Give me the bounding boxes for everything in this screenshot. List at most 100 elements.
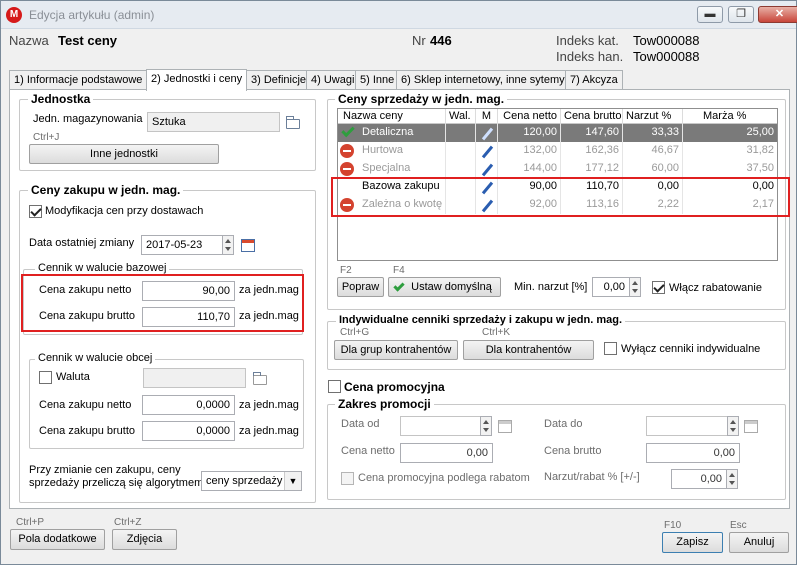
pencil-icon[interactable]	[481, 145, 494, 159]
price-name-cell: Specjalna	[338, 160, 446, 178]
folder-icon[interactable]	[286, 116, 300, 129]
promo-net-label: Cena netto	[341, 445, 395, 457]
enable-discount-checkbox[interactable]	[652, 281, 665, 294]
foreign-net-price-field[interactable]: 0,0000	[142, 395, 235, 415]
m-cell	[476, 160, 498, 178]
restore-button[interactable]: ❐	[728, 6, 754, 23]
col-currency[interactable]: Wal.	[446, 109, 476, 124]
price-name-cell: Hurtowa	[338, 142, 446, 160]
calendar-icon[interactable]	[498, 420, 512, 433]
promo-net-field[interactable]: 0,00	[400, 443, 493, 463]
promo-markup-field[interactable]: 0,00	[671, 469, 727, 489]
last-change-date-field[interactable]: 2017-05-23	[141, 235, 223, 255]
markup-cell: 46,67	[623, 142, 683, 160]
tab-other[interactable]: 5) Inne	[355, 70, 397, 90]
currency-checkbox[interactable]	[39, 371, 52, 384]
modify-prices-checkbox[interactable]	[29, 205, 42, 218]
pencil-icon[interactable]	[481, 163, 494, 177]
unit-group-title: Jednostka	[28, 92, 94, 106]
currency-label: Waluta	[56, 371, 90, 383]
cancel-button[interactable]: Anuluj	[729, 532, 789, 553]
net-price-cell: 144,00	[498, 160, 561, 178]
promo-discount-label: Cena promocyjna podlega rabatom	[358, 472, 530, 484]
col-m[interactable]: M	[476, 109, 498, 124]
other-units-button[interactable]: Inne jednostki	[29, 144, 219, 164]
col-price-name[interactable]: Nazwa ceny	[338, 109, 446, 124]
date-spinner[interactable]	[222, 235, 234, 255]
date-to-spinner[interactable]	[727, 416, 739, 436]
modify-prices-label: Modyfikacja cen przy dostawach	[45, 205, 204, 217]
table-row[interactable]: Detaliczna 120,00 147,60 33,33 25,00	[338, 123, 777, 142]
gross-price-cell: 162,36	[561, 142, 623, 160]
col-net-price[interactable]: Cena netto	[498, 109, 561, 124]
price-name: Detaliczna	[362, 126, 414, 138]
promo-discount-checkbox[interactable]	[341, 472, 354, 485]
article-number: 446	[430, 33, 452, 48]
margin-cell: 37,50	[683, 160, 777, 178]
currency-cell	[446, 160, 476, 178]
pencil-icon[interactable]	[481, 127, 494, 141]
col-markup[interactable]: Narzut %	[623, 109, 683, 124]
extra-fields-button[interactable]: Pola dodatkowe	[10, 529, 105, 550]
tab-basic-info[interactable]: 1) Informacje podstawowe	[9, 70, 147, 90]
markup-cell: 33,33	[623, 124, 683, 142]
tab-notes[interactable]: 4) Uwagi	[306, 70, 356, 90]
date-from-label: Data od	[341, 418, 380, 430]
col-margin[interactable]: Marża %	[683, 109, 777, 124]
foreign-net-unit: za jedn.mag	[239, 399, 299, 411]
save-button[interactable]: Zapisz	[662, 532, 723, 553]
promo-price-checkbox[interactable]	[328, 380, 341, 393]
minimize-button[interactable]: ▬	[697, 6, 723, 23]
individual-pricelists-title: Indywidualne cenniki sprzedaży i zakupu …	[336, 314, 626, 326]
promo-gross-field[interactable]: 0,00	[646, 443, 740, 463]
f4-hint: F4	[393, 265, 405, 276]
m-cell	[476, 142, 498, 160]
foreign-gross-price-field[interactable]: 0,0000	[142, 421, 235, 441]
catalog-index-label: Indeks kat.	[556, 33, 619, 48]
edit-price-button[interactable]: Popraw	[337, 277, 384, 297]
disable-individual-checkbox[interactable]	[604, 342, 617, 355]
min-markup-spinner[interactable]	[629, 277, 641, 297]
tab-online-store[interactable]: 6) Sklep internetowy, inne sytemy	[396, 70, 566, 90]
set-default-button[interactable]: Ustaw domyślną	[388, 277, 501, 297]
date-from-spinner[interactable]	[480, 416, 492, 436]
table-row[interactable]: Specjalna 144,00 177,12 60,00 37,50	[338, 160, 777, 178]
margin-cell: 25,00	[683, 124, 777, 142]
customers-button[interactable]: Dla kontrahentów	[463, 340, 594, 360]
promo-price-label: Cena promocyjna	[344, 380, 445, 394]
close-button[interactable]: ✕	[758, 6, 797, 23]
ctrl-j-hint: Ctrl+J	[33, 132, 60, 143]
gross-price-cell: 177,12	[561, 160, 623, 178]
tab-excise[interactable]: 7) Akcyza	[565, 70, 623, 90]
col-gross-price[interactable]: Cena brutto	[561, 109, 623, 124]
calendar-icon[interactable]	[241, 239, 255, 252]
title-bar[interactable]: M Edycja artykułu (admin) ▬ ❐ ✕	[1, 1, 797, 29]
customer-groups-button[interactable]: Dla grup kontrahentów	[334, 340, 458, 360]
promo-markup-label: Narzut/rabat % [+/-]	[544, 471, 640, 483]
m-cell	[476, 124, 498, 142]
sales-prices-title: Ceny sprzedaży w jedn. mag.	[335, 92, 508, 106]
article-name: Test ceny	[58, 33, 118, 48]
tab-definitions[interactable]: 3) Definicje	[246, 70, 307, 90]
calendar-icon[interactable]	[744, 420, 758, 433]
check-icon	[341, 123, 355, 138]
currency-field[interactable]	[143, 368, 246, 388]
margin-cell: 31,82	[683, 142, 777, 160]
chevron-down-icon[interactable]: ▼	[284, 472, 301, 490]
minus-icon	[340, 144, 354, 158]
promo-range-title: Zakres promocji	[335, 397, 434, 411]
date-from-field[interactable]	[400, 416, 481, 436]
folder-icon[interactable]	[253, 372, 267, 385]
storage-unit-field[interactable]: Sztuka	[147, 112, 280, 132]
min-markup-field[interactable]: 0,00	[592, 277, 630, 297]
foreign-net-label: Cena zakupu netto	[39, 399, 132, 411]
table-row[interactable]: Hurtowa 132,00 162,36 46,67 31,82	[338, 142, 777, 160]
last-change-label: Data ostatniej zmiany	[29, 237, 135, 249]
algorithm-label-line2: sprzedaży przeliczą się algorytmem	[29, 477, 204, 489]
photos-button[interactable]: Zdjęcia	[112, 529, 177, 550]
promo-markup-spinner[interactable]	[726, 469, 738, 489]
window-title: Edycja artykułu (admin)	[29, 8, 155, 22]
ctrl-k-hint: Ctrl+K	[482, 327, 511, 338]
date-to-field[interactable]	[646, 416, 728, 436]
tab-units-prices[interactable]: 2) Jednostki i ceny	[146, 69, 247, 91]
